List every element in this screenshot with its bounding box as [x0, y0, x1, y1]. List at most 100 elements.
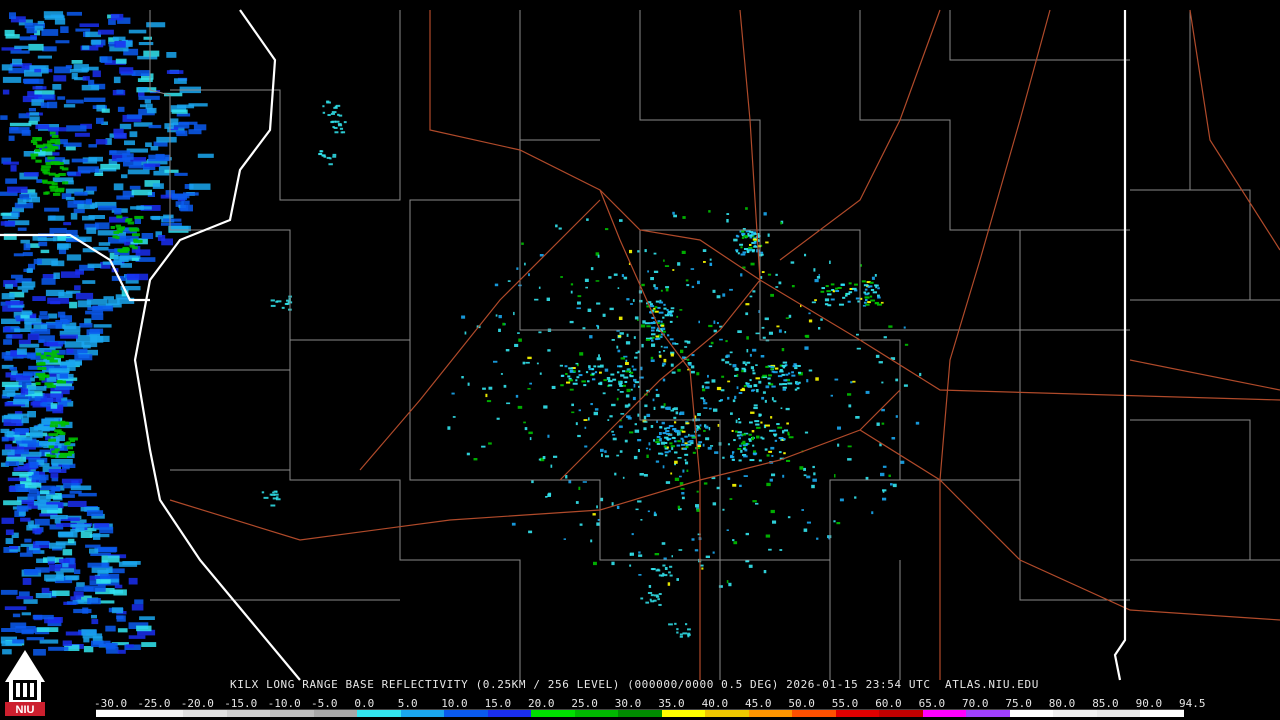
echo-pixel: [27, 333, 40, 340]
echo-pixel: [44, 574, 64, 581]
echo-pixel: [127, 221, 134, 225]
echo-pixel: [553, 455, 558, 458]
echo-pixel: [755, 423, 760, 426]
echo-pixel: [37, 495, 51, 501]
state-border: [1113, 10, 1127, 681]
echo-pixel: [675, 411, 679, 415]
echo-pixel: [79, 23, 99, 27]
echo-pixel: [736, 386, 739, 390]
echo-pixel: [870, 288, 875, 291]
echo-pixel: [28, 386, 47, 391]
echo-pixel: [735, 419, 738, 424]
colorbar-swatch: [183, 710, 227, 717]
echo-pixel: [529, 382, 532, 385]
echo-pixel: [679, 635, 683, 638]
echo-pixel: [69, 490, 82, 494]
echo-pixel: [1, 64, 13, 71]
echo-pixel: [826, 290, 831, 293]
echo-pixel: [765, 365, 769, 368]
echo-pixel: [592, 513, 596, 516]
state-border: [133, 9, 301, 681]
echo-pixel: [751, 249, 756, 252]
echo-pixel: [48, 469, 67, 473]
echo-pixel: [903, 326, 906, 329]
highway: [859, 429, 1280, 621]
echo-pixel: [50, 301, 61, 305]
echo-pixel: [805, 334, 810, 338]
echo-pixel: [113, 183, 124, 191]
echo-pixel: [766, 454, 770, 457]
echo-pixel: [1, 293, 15, 300]
echo-pixel: [633, 384, 636, 388]
echo-pixel: [5, 284, 13, 289]
echo-pixel: [874, 302, 878, 305]
echo-pixel: [766, 482, 771, 487]
echo-pixel: [677, 440, 681, 443]
echo-pixel: [726, 213, 730, 215]
echo-pixel: [89, 328, 104, 334]
echo-pixel: [672, 428, 676, 431]
echo-pixel: [79, 323, 93, 328]
echo-pixel: [21, 310, 32, 316]
echo-pixel: [705, 437, 710, 441]
echo-pixel: [648, 442, 651, 446]
echo-pixel: [770, 365, 775, 368]
echo-pixel: [832, 290, 835, 293]
echo-pixel: [48, 313, 58, 319]
echo-pixel: [115, 58, 127, 64]
echo-pixel: [35, 159, 42, 163]
echo-pixel: [152, 183, 164, 189]
echo-pixel: [672, 269, 675, 271]
echo-pixel: [466, 452, 470, 456]
county-border: [639, 330, 831, 680]
echo-pixel: [784, 331, 787, 334]
echo-pixel: [653, 270, 659, 273]
echo-pixel: [643, 415, 647, 420]
echo-pixel: [30, 431, 43, 438]
echo-pixel: [778, 436, 784, 439]
echo-pixel: [76, 582, 85, 588]
echo-pixel: [118, 561, 138, 567]
echo-pixel: [703, 261, 706, 263]
echo-pixel: [736, 374, 739, 377]
echo-pixel: [665, 430, 670, 433]
echo-pixel: [661, 327, 666, 331]
echo-pixel: [528, 273, 530, 277]
echo-pixel: [625, 394, 630, 398]
echo-pixel: [43, 191, 49, 195]
echo-pixel: [664, 427, 667, 430]
echo-pixel: [327, 114, 331, 117]
echo-pixel: [630, 303, 633, 305]
precipitation-echoes: [0, 11, 922, 656]
echo-pixel: [49, 227, 67, 234]
echo-pixel: [21, 612, 31, 616]
echo-pixel: [37, 20, 45, 25]
echo-pixel: [787, 372, 791, 375]
echo-pixel: [112, 235, 118, 239]
echo-pixel: [877, 287, 880, 290]
echo-pixel: [660, 336, 663, 339]
echo-pixel: [783, 429, 789, 432]
echo-pixel: [42, 46, 57, 52]
echo-pixel: [577, 295, 582, 298]
echo-pixel: [131, 604, 144, 611]
echo-pixel: [662, 564, 666, 567]
echo-pixel: [778, 329, 782, 333]
echo-pixel: [119, 67, 134, 74]
echo-pixel: [726, 354, 730, 358]
colorbar-swatch: [1009, 710, 1054, 717]
echo-pixel: [727, 396, 730, 400]
echo-pixel: [5, 34, 20, 39]
echo-pixel: [591, 373, 594, 376]
echo-pixel: [680, 443, 686, 446]
echo-pixel: [608, 384, 613, 387]
echo-pixel: [749, 379, 752, 382]
echo-pixel: [53, 192, 61, 196]
echo-pixel: [50, 403, 58, 409]
echo-pixel: [80, 531, 93, 538]
echo-pixel: [10, 622, 27, 629]
echo-pixel: [618, 316, 623, 320]
echo-pixel: [655, 388, 658, 391]
echo-pixel: [705, 555, 710, 558]
echo-pixel: [646, 325, 651, 328]
